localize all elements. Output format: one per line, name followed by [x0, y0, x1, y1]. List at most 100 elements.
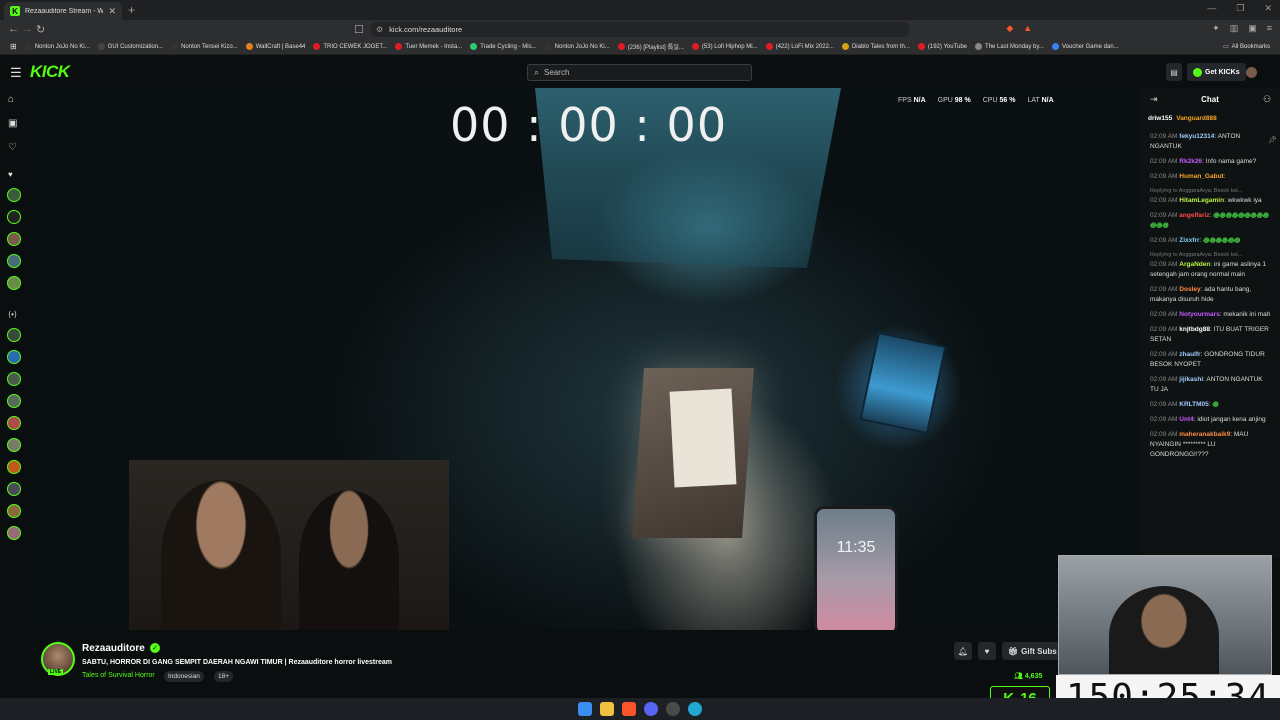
- verified-icon: ✓: [150, 643, 160, 653]
- bookmark-item[interactable]: GUI Customization...: [94, 43, 167, 50]
- followed-channel-avatar[interactable]: [7, 232, 21, 246]
- bookmark-item[interactable]: (53) Lofi Hiphop Mi...: [688, 43, 762, 50]
- stat-lat: LAT N/A: [1027, 97, 1054, 104]
- bookmark-item[interactable]: Voucher Game dan...: [1048, 43, 1123, 50]
- follow-button[interactable]: ♥: [978, 642, 996, 660]
- recommended-channel-avatar[interactable]: [7, 416, 21, 430]
- bookmark-item[interactable]: Trade Cycling - Mis...: [466, 43, 540, 50]
- tag-language[interactable]: Indonesian: [164, 671, 204, 682]
- video-player[interactable]: 11:35 00 : 00 : 00 FPS N/A GPU 98 % CPU …: [28, 88, 1140, 630]
- get-kicks-button[interactable]: Get KICKs: [1187, 63, 1246, 81]
- sidebar-icon[interactable]: ▥: [1230, 23, 1239, 34]
- message-username[interactable]: knjtbdg88: [1179, 326, 1210, 333]
- apps-icon[interactable]: ⊞: [6, 42, 21, 51]
- following-icon[interactable]: ♡: [8, 142, 17, 153]
- bookmark-page-icon[interactable]: ☐: [354, 23, 364, 36]
- forward-icon[interactable]: →: [22, 23, 33, 35]
- followed-channel-avatar[interactable]: [7, 210, 21, 224]
- recommended-channel-avatar[interactable]: [7, 350, 21, 364]
- reply-context: Replying to AnggaraArya: Besok kal...: [1150, 188, 1243, 195]
- search-input[interactable]: ⌕ Search: [527, 64, 752, 81]
- message-username[interactable]: maheranakbaik9: [1179, 431, 1230, 438]
- message-username[interactable]: ArgaNden: [1179, 261, 1210, 268]
- back-icon[interactable]: ←: [8, 23, 19, 35]
- recommended-channel-avatar[interactable]: [7, 504, 21, 518]
- message-username[interactable]: fekyu12314: [1179, 133, 1214, 140]
- bookmark-item[interactable]: (192) YouTube: [914, 43, 971, 50]
- reload-icon[interactable]: ↻: [36, 23, 45, 36]
- message-username[interactable]: Human_Gabut: [1179, 173, 1223, 180]
- bookmark-item[interactable]: (236) [Playlist] 長일...: [614, 42, 688, 51]
- message-username[interactable]: HitamLegamin: [1179, 197, 1224, 204]
- new-tab-icon[interactable]: +: [128, 3, 135, 17]
- hamburger-menu-icon[interactable]: ☰: [10, 65, 22, 81]
- chat-message: 02:09 AM Unt4: idiot jangan kena anjing: [1150, 416, 1266, 424]
- channel-name[interactable]: Rezaauditore: [82, 643, 145, 654]
- message-username[interactable]: Notyourmars: [1179, 311, 1219, 318]
- edge-browser-icon[interactable]: [688, 702, 702, 716]
- bookmark-item[interactable]: Nonton JoJo No Ki...: [21, 43, 94, 50]
- rewards-icon[interactable]: ▲: [1023, 23, 1032, 34]
- followed-channel-avatar[interactable]: [7, 188, 21, 202]
- message-username[interactable]: Rk2k26: [1179, 158, 1202, 165]
- brave-browser-icon[interactable]: [622, 702, 636, 716]
- recommended-channel-avatar[interactable]: [7, 482, 21, 496]
- user-avatar[interactable]: [1246, 67, 1257, 78]
- collapse-chat-icon[interactable]: ⇥: [1150, 94, 1158, 105]
- file-explorer-icon[interactable]: [600, 702, 614, 716]
- brave-shield-icon[interactable]: ◆: [1006, 23, 1013, 34]
- pinned-user[interactable]: driw155: [1148, 115, 1172, 122]
- browse-icon[interactable]: ▣: [8, 118, 17, 129]
- theater-mode-icon[interactable]: ▤: [1166, 63, 1182, 81]
- recommended-channel-avatar[interactable]: [7, 460, 21, 474]
- close-tab-icon[interactable]: ✕: [108, 6, 116, 17]
- recommended-channel-avatar[interactable]: [7, 394, 21, 408]
- stream-category[interactable]: Tales of Survival Horror: [82, 672, 155, 679]
- home-icon[interactable]: ⌂: [8, 94, 14, 105]
- bookmark-item[interactable]: Diablo Tales from th...: [838, 43, 914, 50]
- recommended-channel-avatar[interactable]: [7, 526, 21, 540]
- webcam-person: [161, 480, 281, 630]
- site-info-icon[interactable]: ⚙: [376, 25, 383, 34]
- message-username[interactable]: Zixxfrr: [1179, 237, 1199, 244]
- followed-channel-avatar[interactable]: [7, 254, 21, 268]
- bookmark-item[interactable]: The Last Monday by...: [971, 43, 1048, 50]
- message-username[interactable]: zhaulfr: [1179, 351, 1200, 358]
- bookmark-item[interactable]: (422) LoFi Mix 2022...: [762, 43, 838, 50]
- bookmark-item[interactable]: Nonton JoJo No Ki...: [541, 43, 614, 50]
- recommended-channel-avatar[interactable]: [7, 372, 21, 386]
- followed-channel-avatar[interactable]: [7, 276, 21, 290]
- url-text: kick.com/rezaauditore: [389, 25, 463, 34]
- extension-icon[interactable]: ✦: [1212, 23, 1220, 34]
- chat-users-icon[interactable]: ⚇: [1263, 94, 1271, 105]
- bookmark-item[interactable]: Tuer Memek - Insta...: [391, 43, 466, 50]
- recommended-channel-avatar[interactable]: [7, 328, 21, 342]
- maximize-icon[interactable]: ❐: [1236, 3, 1244, 14]
- notification-bell-button[interactable]: 🔔︎: [954, 642, 972, 660]
- wallet-icon[interactable]: ▣: [1248, 23, 1257, 34]
- obs-icon[interactable]: [666, 702, 680, 716]
- message-username[interactable]: Dosley: [1179, 286, 1200, 293]
- recommended-channel-avatar[interactable]: [7, 438, 21, 452]
- url-field[interactable]: ⚙ kick.com/rezaauditore: [370, 22, 910, 37]
- gift-subs-button[interactable]: 🎁︎ Gift Subs: [1002, 642, 1063, 660]
- windows-start-icon[interactable]: [578, 702, 592, 716]
- message-username[interactable]: angelfariz: [1179, 212, 1209, 219]
- bookmark-item[interactable]: WallCraft | Base44: [242, 43, 310, 50]
- discord-icon[interactable]: [644, 702, 658, 716]
- all-bookmarks[interactable]: ▭ All Bookmarks: [1219, 43, 1274, 51]
- viewers-icon: 👥︎: [1014, 673, 1025, 680]
- message-username[interactable]: KRLTM05: [1179, 401, 1209, 408]
- close-window-icon[interactable]: ✕: [1264, 3, 1272, 14]
- message-username[interactable]: jijikashi: [1179, 376, 1203, 383]
- minimize-icon[interactable]: —: [1207, 3, 1216, 14]
- menu-icon[interactable]: ≡: [1267, 23, 1272, 34]
- tag-age[interactable]: 18+: [214, 671, 234, 682]
- browser-tab[interactable]: K Rezaauditore Stream - Watch ✕: [4, 2, 122, 20]
- pinned-user[interactable]: Vanguard888: [1176, 115, 1216, 122]
- bookmark-item[interactable]: Nonton Tensei Kizo...: [167, 43, 242, 50]
- message-username[interactable]: Unt4: [1179, 416, 1193, 423]
- bookmark-item[interactable]: TRIO CEWEK JOGET...: [309, 43, 391, 50]
- message-time: 02:09 AM: [1150, 211, 1178, 219]
- kick-logo[interactable]: KICK: [30, 62, 70, 82]
